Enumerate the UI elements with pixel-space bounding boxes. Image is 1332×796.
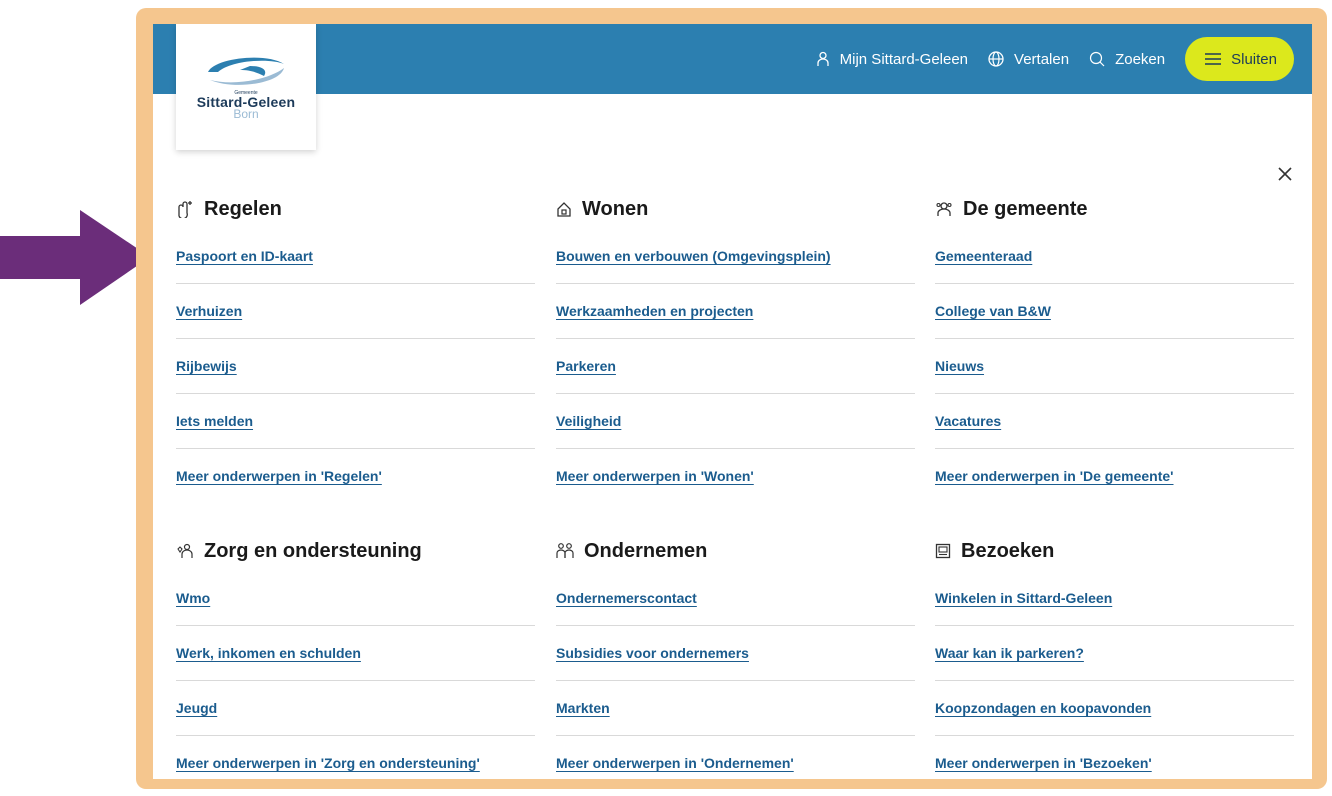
list-item: Vacatures	[935, 394, 1294, 449]
link-meer-gemeente[interactable]: Meer onderwerpen in 'De gemeente'	[935, 468, 1174, 484]
translate-label: Vertalen	[1014, 50, 1070, 68]
link-iets-melden[interactable]: Iets melden	[176, 413, 253, 429]
section-title: Bezoeken	[961, 539, 1055, 562]
list-item: Bouwen en verbouwen (Omgevingsplein)	[556, 229, 915, 284]
business-icon	[556, 542, 574, 560]
translate-button[interactable]: Vertalen	[988, 51, 1069, 68]
link-meer-wonen[interactable]: Meer onderwerpen in 'Wonen'	[556, 468, 754, 484]
link-waar-parkeren[interactable]: Waar kan ik parkeren?	[935, 645, 1084, 661]
link-koopzondagen[interactable]: Koopzondagen en koopavonden	[935, 700, 1151, 716]
link-rijbewijs[interactable]: Rijbewijs	[176, 358, 237, 374]
menu-section-wonen: Wonen Bouwen en verbouwen (Omgevingsplei…	[556, 193, 915, 503]
list-item: Parkeren	[556, 339, 915, 394]
link-werk-inkomen[interactable]: Werk, inkomen en schulden	[176, 645, 361, 661]
list-item: Meer onderwerpen in 'Wonen'	[556, 449, 915, 503]
list-item: Ondernemerscontact	[556, 571, 915, 626]
list-item: Jeugd	[176, 681, 535, 736]
link-meer-zorg[interactable]: Meer onderwerpen in 'Zorg en ondersteuni…	[176, 755, 480, 771]
section-title: Ondernemen	[584, 539, 708, 562]
link-verhuizen[interactable]: Verhuizen	[176, 303, 242, 319]
section-title: Regelen	[204, 197, 282, 220]
list-item: Winkelen in Sittard-Geleen	[935, 571, 1294, 626]
regelen-icon	[176, 200, 194, 218]
site-menu-screen: Mijn Sittard-Geleen Vertalen Zoeken Slui…	[153, 24, 1312, 779]
link-nieuws[interactable]: Nieuws	[935, 358, 984, 374]
menu-section-de-gemeente: De gemeente Gemeenteraad College van B&W…	[935, 193, 1294, 503]
list-item: Waar kan ik parkeren?	[935, 626, 1294, 681]
logo-born-text: Born	[233, 107, 259, 121]
menu-section-ondernemen: Ondernemen Ondernemerscontact Subsidies …	[556, 535, 915, 779]
link-meer-ondernemen[interactable]: Meer onderwerpen in 'Ondernemen'	[556, 755, 794, 771]
list-item: Veiligheid	[556, 394, 915, 449]
list-item: College van B&W	[935, 284, 1294, 339]
mijn-sittard-geleen-link[interactable]: Mijn Sittard-Geleen	[816, 51, 968, 68]
link-meer-regelen[interactable]: Meer onderwerpen in 'Regelen'	[176, 468, 382, 484]
link-parkeren[interactable]: Parkeren	[556, 358, 616, 374]
link-meer-bezoeken[interactable]: Meer onderwerpen in 'Bezoeken'	[935, 755, 1152, 771]
link-veiligheid[interactable]: Veiligheid	[556, 413, 621, 429]
list-item: Nieuws	[935, 339, 1294, 394]
list-item: Meer onderwerpen in 'Regelen'	[176, 449, 535, 503]
person-icon	[816, 51, 830, 67]
home-icon	[556, 201, 572, 217]
list-item: Gemeenteraad	[935, 229, 1294, 284]
top-bar: Mijn Sittard-Geleen Vertalen Zoeken Slui…	[153, 24, 1312, 94]
list-item: Koopzondagen en koopavonden	[935, 681, 1294, 736]
care-icon	[176, 542, 194, 560]
link-subsidies[interactable]: Subsidies voor ondernemers	[556, 645, 749, 661]
list-item: Meer onderwerpen in 'Bezoeken'	[935, 736, 1294, 779]
visit-icon	[935, 543, 951, 559]
link-paspoort-id-kaart[interactable]: Paspoort en ID-kaart	[176, 248, 313, 264]
list-item: Subsidies voor ondernemers	[556, 626, 915, 681]
list-item: Wmo	[176, 571, 535, 626]
section-title: Zorg en ondersteuning	[204, 539, 422, 562]
close-menu-label: Sluiten	[1231, 50, 1277, 68]
search-icon	[1089, 51, 1105, 67]
list-item: Verhuizen	[176, 284, 535, 339]
list-item: Werk, inkomen en schulden	[176, 626, 535, 681]
link-winkelen[interactable]: Winkelen in Sittard-Geleen	[935, 590, 1112, 606]
list-item: Paspoort en ID-kaart	[176, 229, 535, 284]
link-college-bw[interactable]: College van B&W	[935, 303, 1051, 319]
list-item: Meer onderwerpen in 'Ondernemen'	[556, 736, 915, 779]
menu-section-regelen: Regelen Paspoort en ID-kaart Verhuizen R…	[176, 193, 535, 503]
globe-icon	[988, 51, 1004, 67]
section-title: De gemeente	[963, 197, 1088, 220]
logo-swoosh-icon	[208, 57, 284, 85]
search-button[interactable]: Zoeken	[1089, 51, 1165, 68]
hamburger-icon	[1205, 53, 1222, 65]
link-werkzaamheden[interactable]: Werkzaamheden en projecten	[556, 303, 753, 319]
link-jeugd[interactable]: Jeugd	[176, 700, 217, 716]
search-label: Zoeken	[1115, 50, 1166, 68]
site-logo[interactable]: Gemeente Sittard-Geleen Born	[176, 24, 316, 150]
link-wmo[interactable]: Wmo	[176, 590, 210, 606]
list-item: Rijbewijs	[176, 339, 535, 394]
top-navigation: Mijn Sittard-Geleen Vertalen Zoeken Slui…	[816, 37, 1294, 81]
section-title: Wonen	[582, 197, 649, 220]
link-ondernemerscontact[interactable]: Ondernemerscontact	[556, 590, 697, 606]
link-vacatures[interactable]: Vacatures	[935, 413, 1001, 429]
list-item: Markten	[556, 681, 915, 736]
pointer-arrow-icon	[0, 210, 150, 305]
list-item: Meer onderwerpen in 'De gemeente'	[935, 449, 1294, 503]
menu-section-bezoeken: Bezoeken Winkelen in Sittard-Geleen Waar…	[935, 535, 1294, 779]
list-item: Meer onderwerpen in 'Zorg en ondersteuni…	[176, 736, 535, 779]
menu-section-zorg: Zorg en ondersteuning Wmo Werk, inkomen …	[176, 535, 535, 779]
gemeente-icon	[935, 200, 953, 218]
link-markten[interactable]: Markten	[556, 700, 610, 716]
mijn-sittard-geleen-label: Mijn Sittard-Geleen	[839, 50, 969, 68]
list-item: Werkzaamheden en projecten	[556, 284, 915, 339]
link-gemeenteraad[interactable]: Gemeenteraad	[935, 248, 1032, 264]
close-menu-button[interactable]: Sluiten	[1185, 37, 1294, 81]
list-item: Iets melden	[176, 394, 535, 449]
link-bouwen-verbouwen[interactable]: Bouwen en verbouwen (Omgevingsplein)	[556, 248, 831, 264]
close-icon[interactable]	[1273, 162, 1297, 186]
